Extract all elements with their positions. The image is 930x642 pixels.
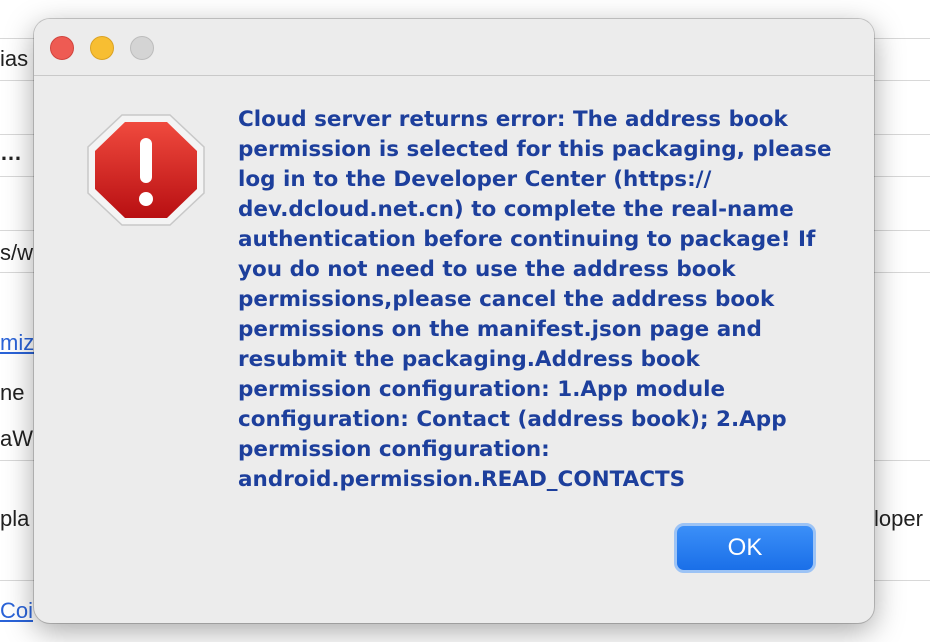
bg-text-fragment: ias [0, 46, 29, 71]
alert-dialog: Cloud server returns error: The address … [34, 19, 874, 623]
bg-text-fragment: … [0, 140, 22, 165]
zoom-window-button [130, 36, 154, 60]
bg-text-fragment: ne [0, 380, 25, 405]
dialog-titlebar [34, 19, 874, 76]
bg-link-fragment[interactable]: Coi [0, 598, 34, 624]
bg-text-fragment: s/w [0, 240, 33, 265]
error-message: Cloud server returns error: The address … [238, 107, 832, 492]
bg-text-fragment: loper [874, 506, 923, 531]
bg-text-fragment: aW [0, 426, 33, 451]
close-window-button[interactable] [50, 36, 74, 60]
bg-link-fragment[interactable]: miz [0, 330, 34, 356]
bg-text-fragment: pla [0, 506, 30, 531]
stop-alert-icon [87, 114, 205, 226]
ok-button[interactable]: OK [674, 523, 816, 573]
minimize-window-button[interactable] [90, 36, 114, 60]
